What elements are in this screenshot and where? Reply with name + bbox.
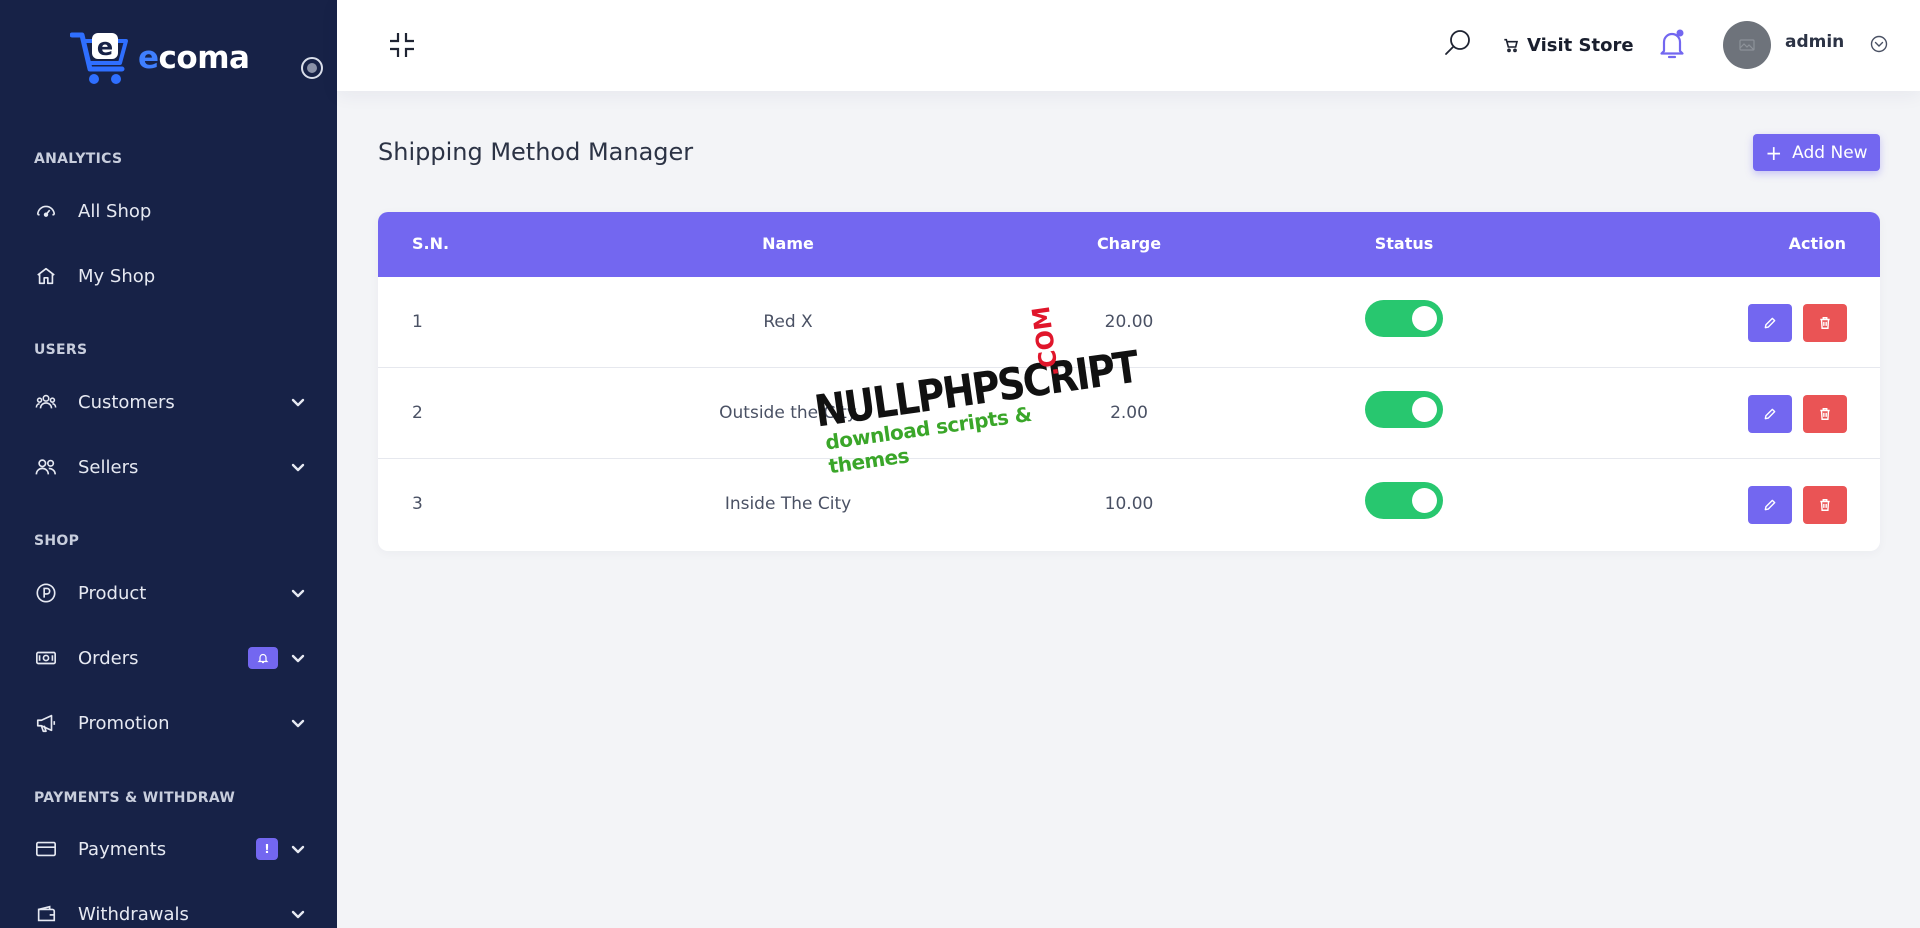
users-group-icon xyxy=(34,390,58,414)
sidebar-item-label: Payments xyxy=(78,838,167,860)
sidebar-item-label: Promotion xyxy=(78,712,170,734)
row-charge: 20.00 xyxy=(1104,312,1154,332)
status-toggle[interactable] xyxy=(1365,482,1443,519)
bell-badge-icon xyxy=(248,647,278,669)
sidebar-item-label: Withdrawals xyxy=(78,903,189,925)
svg-text:e: e xyxy=(97,33,113,61)
notification-bell-icon[interactable] xyxy=(1657,28,1687,60)
sidebar-item-label: My Shop xyxy=(78,265,156,287)
table-header: S.N. Name Charge Status Action xyxy=(378,212,1880,277)
pencil-icon xyxy=(1764,499,1776,511)
sidebar-item-label: Orders xyxy=(78,647,139,669)
sidebar-item-label: Sellers xyxy=(78,456,139,478)
chevron-down-icon[interactable] xyxy=(290,715,306,731)
home-icon xyxy=(34,264,58,288)
column-header-status: Status xyxy=(1374,234,1434,253)
row-sn: 2 xyxy=(412,403,423,423)
chevron-down-icon[interactable] xyxy=(290,394,306,410)
chevron-down-icon[interactable] xyxy=(290,906,306,922)
edit-button[interactable] xyxy=(1748,486,1792,524)
pencil-icon xyxy=(1764,317,1776,329)
status-toggle[interactable] xyxy=(1365,300,1443,337)
row-name: Red X xyxy=(763,312,813,332)
column-header-sn: S.N. xyxy=(412,234,450,253)
sidebar-item-withdrawals[interactable]: Withdrawals xyxy=(34,894,310,928)
status-toggle[interactable] xyxy=(1365,391,1443,428)
add-new-button[interactable]: + Add New xyxy=(1753,134,1880,171)
edit-button[interactable] xyxy=(1748,395,1792,433)
visit-store-label: Visit Store xyxy=(1527,34,1634,56)
sidebar-item-sellers[interactable]: Sellers xyxy=(34,447,310,487)
row-name: Outside the City xyxy=(719,403,857,423)
sidebar-collapse-toggle[interactable] xyxy=(301,57,323,79)
column-header-name: Name xyxy=(762,234,814,253)
sidebar-item-label: Product xyxy=(78,582,147,604)
column-header-charge: Charge xyxy=(1096,234,1162,253)
section-title-users: USERS xyxy=(34,342,88,358)
row-sn: 1 xyxy=(412,312,423,332)
chevron-down-circle-icon[interactable] xyxy=(1869,34,1889,54)
chevron-down-icon[interactable] xyxy=(290,459,306,475)
page-title: Shipping Method Manager xyxy=(378,138,694,166)
shipping-methods-table: S.N. Name Charge Status Action 1 Red X 2… xyxy=(378,212,1880,551)
avatar[interactable] xyxy=(1723,21,1771,69)
trash-icon xyxy=(1820,317,1830,329)
sidebar-item-promotion[interactable]: Promotion xyxy=(34,703,310,743)
sidebar-item-product[interactable]: Product xyxy=(34,573,310,613)
megaphone-icon xyxy=(34,711,58,735)
sidebar-item-label: All Shop xyxy=(78,200,152,222)
product-icon xyxy=(34,581,58,605)
top-header: Visit Store admin xyxy=(337,0,1920,91)
sidebar-item-payments[interactable]: Payments ! xyxy=(34,829,310,869)
sidebar: e ecoma ANALYTICS All Shop My Shop USERS… xyxy=(0,0,337,928)
chevron-down-icon[interactable] xyxy=(290,841,306,857)
cart-icon xyxy=(1504,38,1519,53)
visit-store-link[interactable]: Visit Store xyxy=(1503,31,1634,59)
fullscreen-exit-icon[interactable] xyxy=(389,32,415,58)
delete-button[interactable] xyxy=(1803,486,1847,524)
table-row: 2 Outside the City 2.00 xyxy=(378,368,1880,459)
add-new-label: Add New xyxy=(1792,142,1868,163)
users-icon xyxy=(34,455,58,479)
delete-button[interactable] xyxy=(1803,395,1847,433)
brand-logo[interactable]: e ecoma xyxy=(69,26,250,90)
plus-icon: + xyxy=(1765,140,1783,165)
row-name: Inside The City xyxy=(724,494,852,514)
row-charge: 10.00 xyxy=(1104,494,1154,514)
row-charge: 2.00 xyxy=(1110,403,1148,423)
trash-icon xyxy=(1820,408,1830,420)
dashboard-icon xyxy=(34,199,58,223)
section-title-payments-withdraw: PAYMENTS & WITHDRAW xyxy=(34,790,236,806)
section-title-shop: SHOP xyxy=(34,533,80,549)
edit-button[interactable] xyxy=(1748,304,1792,342)
table-row: 1 Red X 20.00 xyxy=(378,277,1880,368)
brand-name: ecoma xyxy=(138,40,250,76)
cart-logo-icon: e xyxy=(69,27,134,89)
pencil-icon xyxy=(1764,408,1776,420)
money-icon xyxy=(34,646,58,670)
row-sn: 3 xyxy=(412,494,423,514)
wallet-icon xyxy=(34,902,58,926)
chevron-down-icon[interactable] xyxy=(290,650,306,666)
trash-icon xyxy=(1820,499,1830,511)
alert-badge: ! xyxy=(256,838,278,860)
search-icon[interactable] xyxy=(1443,28,1473,58)
sidebar-item-my-shop[interactable]: My Shop xyxy=(34,256,310,296)
column-header-action: Action xyxy=(1788,234,1846,253)
chevron-down-icon[interactable] xyxy=(290,585,306,601)
user-name[interactable]: admin xyxy=(1785,32,1844,52)
section-title-analytics: ANALYTICS xyxy=(34,151,123,167)
card-icon xyxy=(34,837,58,861)
sidebar-item-label: Customers xyxy=(78,391,175,413)
sidebar-item-all-shop[interactable]: All Shop xyxy=(34,191,310,231)
delete-button[interactable] xyxy=(1803,304,1847,342)
sidebar-item-customers[interactable]: Customers xyxy=(34,382,310,422)
table-row: 3 Inside The City 10.00 xyxy=(378,459,1880,550)
sidebar-item-orders[interactable]: Orders xyxy=(34,638,310,678)
